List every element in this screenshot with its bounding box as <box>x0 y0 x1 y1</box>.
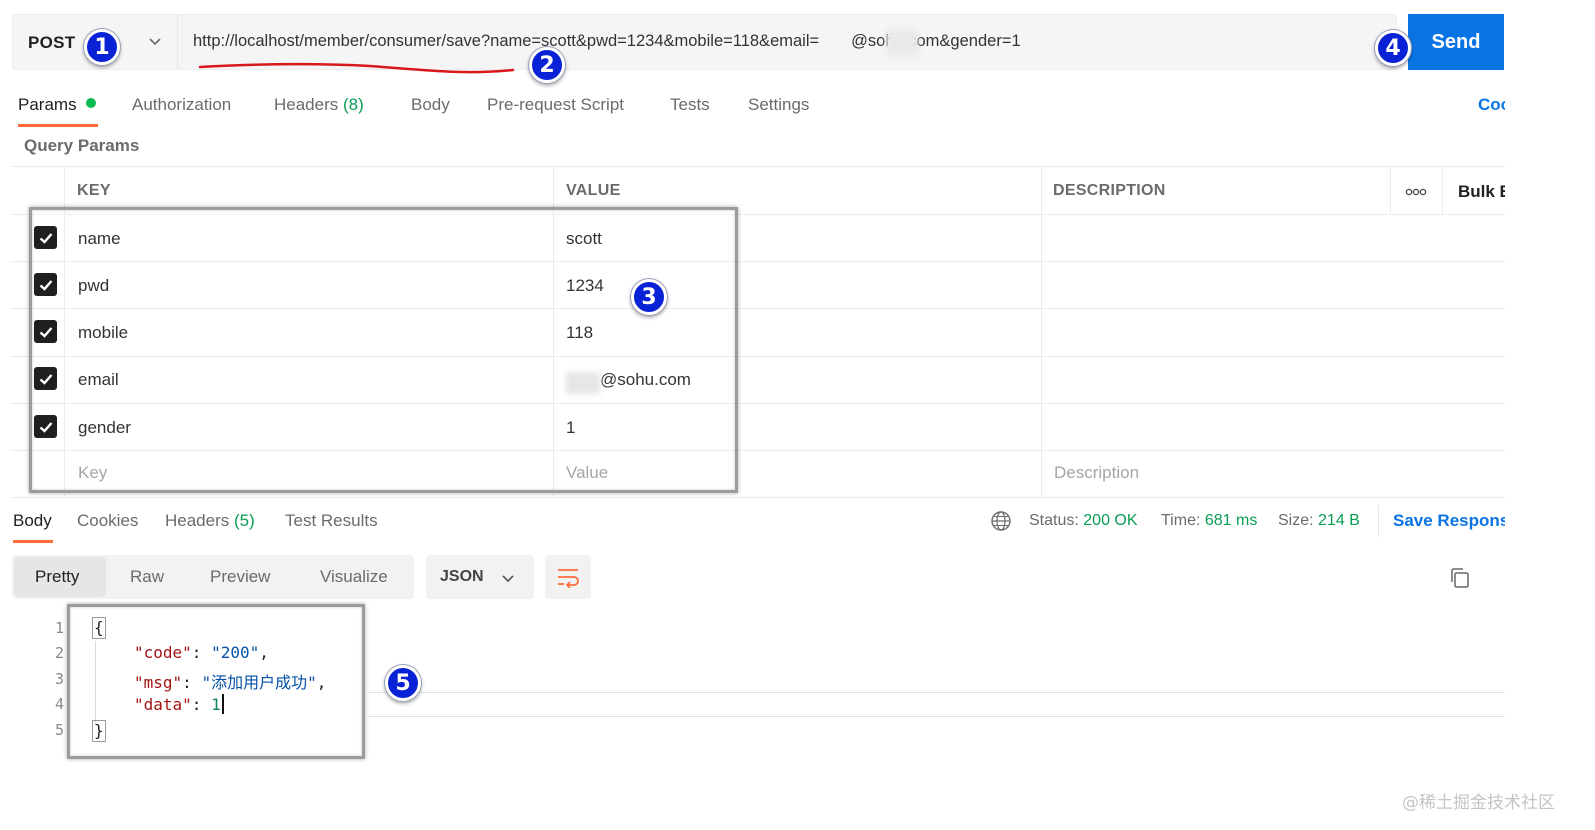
response-tab-cookies[interactable]: Cookies <box>77 511 138 531</box>
response-tab-test-results[interactable]: Test Results <box>285 511 378 531</box>
annotation-badge-3: 3 <box>631 279 667 315</box>
time-value: 681 ms <box>1204 512 1258 529</box>
query-params-title: Query Params <box>24 136 140 155</box>
table-column-divider <box>1041 166 1042 497</box>
view-mode-visualize[interactable]: Visualize <box>320 567 388 587</box>
tab-body[interactable]: Body <box>411 95 450 115</box>
params-indicator-dot <box>86 98 96 108</box>
tab-pre-request-script[interactable]: Pre-request Script <box>487 95 624 115</box>
view-mode-raw[interactable]: Raw <box>130 567 164 587</box>
chevron-down-icon[interactable] <box>146 32 164 50</box>
tab-headers-count: (8) <box>343 95 364 114</box>
method-selector[interactable]: POST <box>28 33 76 53</box>
response-tab-headers-label: Headers <box>165 511 230 530</box>
redaction-blur <box>886 30 918 56</box>
annotation-box-params <box>29 207 738 493</box>
line-number: 1 <box>54 619 64 637</box>
chevron-down-icon <box>502 575 514 583</box>
annotation-badge-1: 1 <box>84 29 120 65</box>
watermark: @稀土掘金技术社区 <box>1402 793 1555 813</box>
format-select-label: JSON <box>440 568 484 585</box>
save-response-button[interactable]: Save Response <box>1393 511 1505 531</box>
table-border <box>10 497 1505 498</box>
line-number: 3 <box>54 670 64 688</box>
annotation-badge-5: 5 <box>385 665 421 701</box>
tab-tests[interactable]: Tests <box>670 95 710 115</box>
active-tab-underline <box>18 124 98 127</box>
tab-params[interactable]: Params <box>18 95 77 115</box>
annotation-badge-2: 2 <box>529 47 565 83</box>
response-time[interactable]: Time: 681 ms <box>1161 512 1257 530</box>
column-header-key: KEY <box>77 182 111 199</box>
cookies-link[interactable]: Cookies <box>1478 95 1505 115</box>
tab-settings[interactable]: Settings <box>748 95 809 115</box>
tab-authorization[interactable]: Authorization <box>132 95 231 115</box>
status-value: 200 OK <box>1083 512 1138 529</box>
response-tab-body[interactable]: Body <box>13 511 52 531</box>
more-options-icon[interactable] <box>1405 186 1427 198</box>
table-border <box>10 166 1505 167</box>
size-value: 214 B <box>1318 512 1360 529</box>
url-tail: @sohu.com&gender=1 <box>851 32 1021 50</box>
time-label: Time: <box>1161 512 1201 529</box>
column-header-description: DESCRIPTION <box>1053 182 1166 199</box>
response-size[interactable]: Size: 214 B <box>1278 512 1360 530</box>
tab-headers-label: Headers <box>274 95 339 114</box>
view-mode-preview[interactable]: Preview <box>210 567 270 587</box>
line-number: 4 <box>54 695 64 713</box>
table-column-divider <box>1442 166 1443 214</box>
copy-icon[interactable] <box>1448 566 1472 590</box>
status-label: Status: <box>1029 512 1079 529</box>
send-button[interactable]: Send <box>1408 14 1504 70</box>
line-number: 5 <box>54 721 64 739</box>
annotation-badge-4: 4 <box>1375 30 1411 66</box>
response-tab-headers[interactable]: Headers (5) <box>165 511 255 531</box>
bulk-edit-button[interactable]: Bulk Edit <box>1458 182 1505 202</box>
editor-line-guide <box>368 692 1505 693</box>
annotation-box-response <box>67 604 365 759</box>
tab-headers[interactable]: Headers (8) <box>274 95 364 115</box>
wrap-lines-icon <box>558 569 579 588</box>
url-main: http://localhost/member/consumer/save?na… <box>193 32 820 50</box>
wrap-lines-button[interactable] <box>545 555 591 599</box>
view-mode-pretty[interactable]: Pretty <box>35 567 79 587</box>
annotation-underline <box>198 62 515 74</box>
line-number: 2 <box>54 644 64 662</box>
table-column-divider <box>1390 166 1391 214</box>
column-header-value: VALUE <box>566 182 621 199</box>
active-tab-underline <box>13 540 53 543</box>
size-label: Size: <box>1278 512 1314 529</box>
globe-icon[interactable] <box>990 510 1012 532</box>
response-status[interactable]: Status: 200 OK <box>1029 512 1138 530</box>
divider <box>177 15 178 69</box>
divider <box>1378 505 1379 537</box>
editor-line-guide <box>368 716 1505 717</box>
response-tab-headers-count: (5) <box>234 511 255 530</box>
new-description-input[interactable]: Description <box>1054 463 1139 483</box>
